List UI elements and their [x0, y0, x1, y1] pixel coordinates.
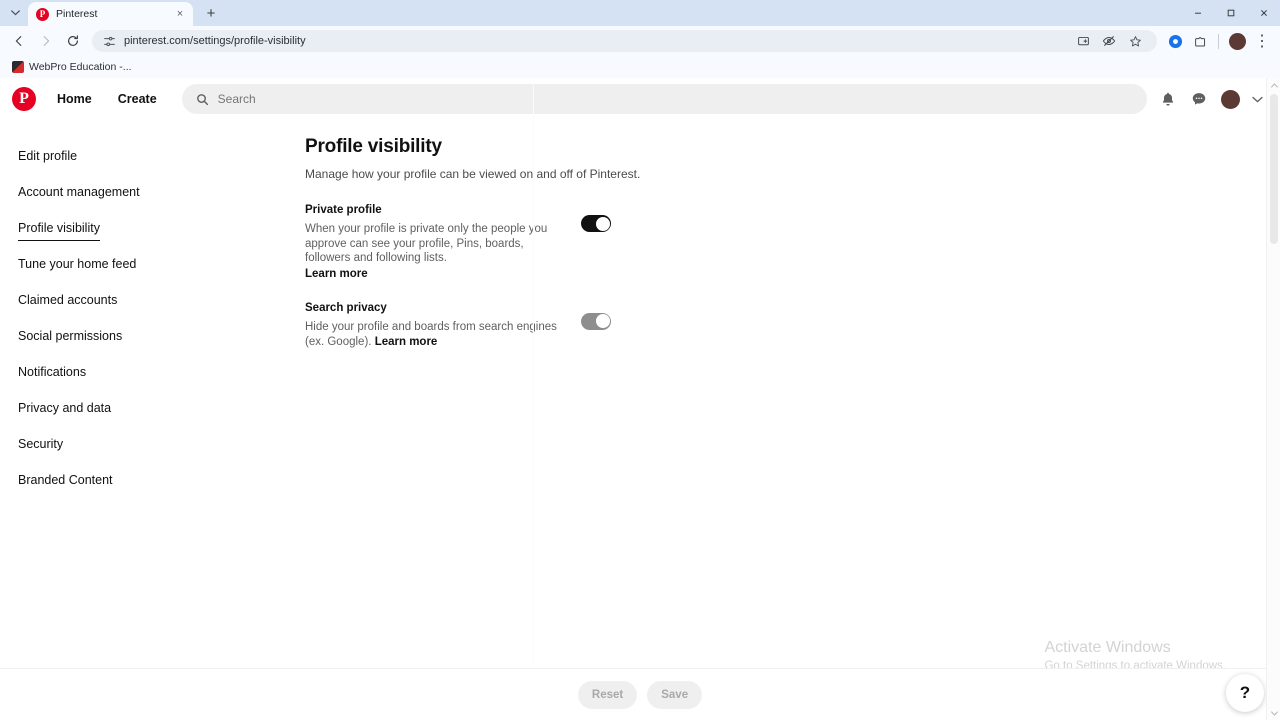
settings-sidebar: Edit profile Account management Profile …	[0, 136, 305, 504]
messages-bubble-icon[interactable]	[1186, 86, 1212, 112]
setting-label-private-profile: Private profile	[305, 204, 382, 216]
settings-content: Profile visibility Manage how your profi…	[305, 136, 1280, 504]
cast-screen-icon[interactable]	[1071, 29, 1095, 53]
sidebar-item-social-permissions[interactable]: Social permissions	[18, 324, 122, 349]
reset-button[interactable]: Reset	[577, 680, 638, 709]
window-controls	[1181, 0, 1280, 26]
page-title: Profile visibility	[305, 136, 442, 157]
toolbar-divider	[1218, 33, 1219, 49]
scroll-up-icon[interactable]	[1267, 78, 1280, 92]
sync-circle-icon[interactable]	[1163, 29, 1187, 53]
setting-text: Private profile When your profile is pri…	[305, 204, 581, 282]
address-bar[interactable]: pinterest.com/settings/profile-visibilit…	[92, 30, 1157, 52]
user-avatar[interactable]	[1217, 86, 1243, 112]
browser-tab[interactable]: P Pinterest ×	[28, 2, 193, 26]
sidebar-item-security[interactable]: Security	[18, 432, 63, 457]
setting-search-privacy: Search privacy Hide your profile and boa…	[305, 302, 611, 349]
close-icon[interactable]: ×	[173, 7, 187, 21]
learn-more-link-search-privacy[interactable]: Learn more	[375, 336, 438, 348]
tab-search-icon[interactable]	[2, 2, 28, 24]
sidebar-item-notifications[interactable]: Notifications	[18, 360, 86, 385]
toggle-knob	[595, 216, 610, 231]
new-tab-icon[interactable]: +	[199, 1, 223, 25]
bookmark-star-icon[interactable]	[1123, 29, 1147, 53]
pinterest-logo[interactable]: P	[12, 87, 36, 111]
browser-window: P Pinterest × + pinterest.com/settings/p…	[0, 0, 1280, 720]
search-placeholder: Search	[217, 92, 256, 106]
page-subtitle: Manage how your profile can be viewed on…	[305, 167, 641, 181]
toggle-search-privacy[interactable]	[581, 312, 611, 330]
sidebar-item-privacy-and-data[interactable]: Privacy and data	[18, 396, 111, 421]
reload-icon[interactable]	[60, 28, 86, 54]
pinterest-header: P Home Create Search	[0, 78, 1280, 120]
search-input[interactable]: Search	[181, 84, 1147, 114]
toggle-knob	[595, 314, 610, 329]
setting-text: Search privacy Hide your profile and boa…	[305, 302, 581, 349]
sidebar-item-account-management[interactable]: Account management	[18, 180, 140, 205]
omnibox-actions	[1071, 29, 1147, 53]
url-text: pinterest.com/settings/profile-visibilit…	[124, 35, 306, 47]
tab-title: Pinterest	[56, 8, 98, 20]
bookmark-label: WebPro Education -...	[29, 61, 132, 73]
sidebar-item-branded-content[interactable]: Branded Content	[18, 468, 113, 493]
browser-menu-icon[interactable]: ⋮	[1250, 29, 1274, 53]
header-actions	[1155, 86, 1266, 112]
webpro-education-favicon	[12, 61, 24, 73]
sidebar-item-tune-your-home-feed[interactable]: Tune your home feed	[18, 252, 136, 277]
tune-icon[interactable]	[102, 35, 116, 48]
search-icon	[196, 93, 209, 106]
page-viewport: P Home Create Search Edit profile Accoun…	[0, 78, 1280, 720]
bottom-action-bar: Reset Save	[0, 668, 1280, 720]
bookmarks-bar: WebPro Education -...	[0, 56, 1280, 78]
notifications-bell-icon[interactable]	[1155, 86, 1181, 112]
extensions-puzzle-icon[interactable]	[1188, 29, 1212, 53]
sidebar-item-profile-visibility[interactable]: Profile visibility	[18, 216, 100, 241]
maximize-icon[interactable]	[1214, 0, 1247, 26]
minimize-icon[interactable]	[1181, 0, 1214, 26]
nav-link-create[interactable]: Create	[105, 84, 170, 114]
settings-body: Edit profile Account management Profile …	[0, 120, 1280, 504]
back-icon[interactable]	[6, 28, 32, 54]
page-scrollbar[interactable]	[1266, 78, 1280, 720]
nav-link-home[interactable]: Home	[44, 84, 105, 114]
scroll-down-icon[interactable]	[1267, 706, 1280, 720]
scrollbar-thumb[interactable]	[1270, 94, 1278, 244]
eye-off-icon[interactable]	[1097, 29, 1121, 53]
description-text: When your profile is private only the pe…	[305, 223, 548, 265]
pinterest-favicon: P	[36, 7, 49, 21]
close-window-icon[interactable]	[1247, 0, 1280, 26]
setting-label-search-privacy: Search privacy	[305, 301, 387, 314]
toggle-private-profile[interactable]	[581, 215, 611, 232]
sidebar-item-claimed-accounts[interactable]: Claimed accounts	[18, 288, 117, 313]
browser-toolbar: pinterest.com/settings/profile-visibilit…	[0, 26, 1280, 56]
chevron-down-icon[interactable]	[1248, 86, 1266, 112]
tab-strip: P Pinterest × +	[0, 0, 1280, 26]
sidebar-item-edit-profile[interactable]: Edit profile	[18, 144, 77, 169]
setting-description-search-privacy: Hide your profile and boards from search…	[305, 320, 567, 349]
help-button[interactable]: ?	[1226, 674, 1264, 712]
bookmark-item[interactable]: WebPro Education -...	[8, 59, 136, 75]
watermark-title: Activate Windows	[1044, 639, 1171, 656]
setting-description-private-profile: When your profile is private only the pe…	[305, 222, 567, 282]
browser-profile-avatar[interactable]	[1225, 29, 1249, 53]
setting-private-profile: Private profile When your profile is pri…	[305, 204, 611, 282]
forward-icon[interactable]	[33, 28, 59, 54]
save-button[interactable]: Save	[647, 680, 703, 709]
learn-more-link-private-profile[interactable]: Learn more	[305, 267, 567, 282]
